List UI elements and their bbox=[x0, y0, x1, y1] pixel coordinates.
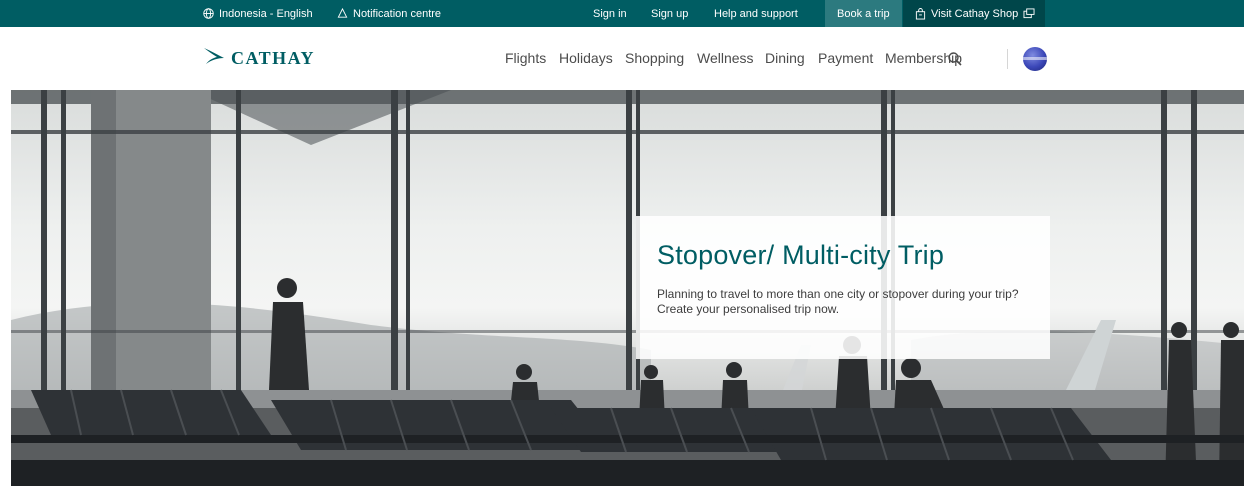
sign-in-link[interactable]: Sign in bbox=[593, 0, 627, 27]
language-label: Indonesia - English bbox=[219, 7, 313, 20]
globe-icon bbox=[203, 8, 214, 19]
bell-icon bbox=[337, 8, 348, 19]
external-link-icon bbox=[1023, 8, 1035, 19]
utility-bar: Indonesia - English Notification centre … bbox=[0, 0, 1244, 27]
brushwing-icon bbox=[203, 47, 225, 70]
search-icon[interactable] bbox=[947, 51, 965, 69]
language-selector[interactable]: Indonesia - English bbox=[203, 0, 313, 27]
cathay-logo[interactable]: CATHAY bbox=[203, 47, 315, 70]
notification-centre-link[interactable]: Notification centre bbox=[337, 0, 441, 27]
nav-divider bbox=[1007, 49, 1008, 69]
nav-payment[interactable]: Payment bbox=[818, 27, 873, 90]
book-trip-button[interactable]: Book a trip bbox=[825, 0, 902, 27]
hero-banner: Stopover/ Multi-city Trip Planning to tr… bbox=[11, 90, 1244, 486]
nav-holidays[interactable]: Holidays bbox=[559, 27, 613, 90]
help-support-link[interactable]: Help and support bbox=[714, 0, 798, 27]
visit-shop-link[interactable]: Visit Cathay Shop bbox=[903, 0, 1046, 27]
main-navigation: CATHAY Flights Holidays Shopping Wellnes… bbox=[0, 27, 1244, 90]
shop-label: Visit Cathay Shop bbox=[931, 7, 1019, 20]
nav-flights[interactable]: Flights bbox=[505, 27, 546, 90]
promo-title: Stopover/ Multi-city Trip bbox=[657, 240, 945, 270]
notification-label: Notification centre bbox=[353, 7, 442, 20]
promo-description: Planning to travel to more than one city… bbox=[657, 287, 1019, 316]
airport-lounge-image bbox=[11, 90, 1244, 486]
shopping-bag-icon bbox=[915, 7, 926, 20]
stopover-promo-card[interactable]: Stopover/ Multi-city Trip Planning to tr… bbox=[636, 216, 1050, 359]
nav-dining[interactable]: Dining bbox=[765, 27, 805, 90]
nav-shopping[interactable]: Shopping bbox=[625, 27, 684, 90]
membership-avatar[interactable] bbox=[1023, 47, 1047, 71]
nav-wellness[interactable]: Wellness bbox=[697, 27, 754, 90]
logo-text: CATHAY bbox=[231, 48, 316, 68]
sign-up-link[interactable]: Sign up bbox=[651, 0, 688, 27]
